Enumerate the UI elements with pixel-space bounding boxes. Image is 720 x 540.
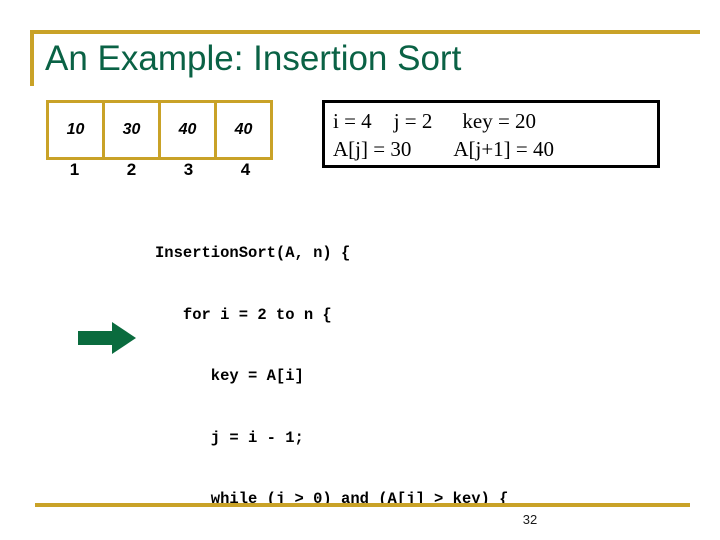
array-cell-4: 40 — [214, 100, 273, 160]
array-index-1: 1 — [69, 160, 80, 179]
code-line-2: for i = 2 to n { — [155, 305, 332, 324]
array-cell-1: 10 — [46, 100, 105, 160]
array-cell-2: 30 — [102, 100, 161, 160]
state-var-aj: A[j] = 30 — [333, 137, 412, 161]
state-var-i: i = 4 — [333, 109, 372, 133]
right-arrow-icon — [78, 322, 136, 354]
array-index-3: 3 — [183, 160, 194, 179]
slide-canvas: An Example: Insertion Sort 10 30 40 40 1… — [0, 0, 720, 540]
title-rule-top — [30, 30, 700, 34]
code-line-3: key = A[i] — [155, 367, 304, 385]
array-index-2: 2 — [126, 160, 137, 179]
code-line-4: j = i - 1; — [155, 428, 304, 447]
state-line-2: A[j] = 30 A[j+1] = 40 — [333, 139, 554, 160]
array-index-row: 1 2 3 4 — [46, 160, 274, 180]
pseudocode-block: InsertionSort(A, n) { for i = 2 to n { k… — [155, 202, 508, 540]
array-index-4: 4 — [240, 160, 251, 179]
state-var-key: key = 20 — [462, 109, 537, 133]
page-title: An Example: Insertion Sort — [45, 39, 462, 78]
variable-state-box: i = 4 j = 2 key = 20 A[j] = 30 A[j+1] = 40 — [322, 100, 660, 168]
table-row: 10 30 40 40 — [46, 100, 273, 160]
page-number: 32 — [522, 512, 538, 527]
array-cell-3: 40 — [158, 100, 217, 160]
title-rule-left — [30, 30, 34, 86]
state-var-aj1: A[j+1] = 40 — [453, 137, 555, 161]
state-var-j: j = 2 — [393, 109, 433, 133]
array-visualization: 10 30 40 40 — [46, 100, 273, 160]
array-table: 10 30 40 40 — [46, 100, 273, 160]
footer-rule — [35, 503, 690, 507]
code-line-1: InsertionSort(A, n) { — [155, 244, 351, 262]
state-line-1: i = 4 j = 2 key = 20 — [333, 111, 536, 132]
